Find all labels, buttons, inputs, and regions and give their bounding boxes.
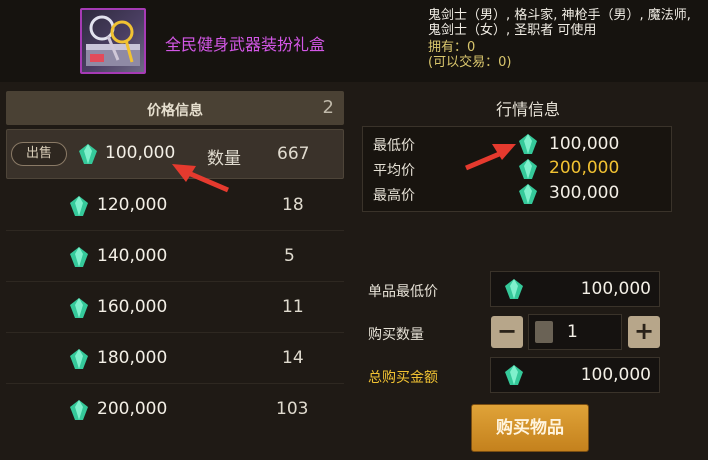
listing-price: 140,000 <box>97 246 168 266</box>
owned-info: 拥有：0 (可以交易：0) <box>428 40 511 70</box>
total-amount-label: 总购买金额 <box>368 370 438 386</box>
market-info-title: 行情信息 <box>495 100 560 119</box>
tradable-count: (可以交易：0) <box>428 55 512 70</box>
gem-icon <box>505 365 523 385</box>
listing-price: 200,000 <box>97 399 168 419</box>
max-price-label: 最高价 <box>373 188 415 204</box>
quantity-label: 数量 <box>207 149 241 169</box>
listing-row[interactable]: 140,000 5 <box>6 232 344 282</box>
total-amount-field: 100,000 <box>490 357 660 393</box>
listing-row[interactable]: 180,000 14 <box>6 334 344 384</box>
price-info-title: 价格信息 <box>147 103 203 119</box>
listing-row[interactable]: 160,000 11 <box>6 283 344 333</box>
gem-icon <box>519 184 537 204</box>
gem-icon <box>70 298 88 318</box>
unit-min-price-label: 单品最低价 <box>368 284 438 300</box>
item-name: 全民健身武器装扮礼盒 <box>165 35 326 54</box>
gem-icon <box>70 196 88 216</box>
price-info-header: 价格信息 2 <box>6 91 344 125</box>
listing-price: 160,000 <box>97 297 168 317</box>
listing-price: 180,000 <box>97 348 168 368</box>
listing-price: 120,000 <box>97 195 168 215</box>
gem-icon <box>79 144 97 164</box>
listing-row[interactable]: 出售 100,000 数量 667 <box>6 129 344 179</box>
gem-icon <box>70 349 88 369</box>
unit-min-price-field: 100,000 <box>490 271 660 307</box>
listing-qty: 11 <box>282 297 304 317</box>
buy-qty-value: 1 <box>567 322 578 342</box>
gem-icon <box>519 159 537 179</box>
listing-price: 100,000 <box>105 143 176 163</box>
decrease-qty-button[interactable]: − <box>491 316 523 348</box>
avg-price-value: 200,000 <box>549 158 620 178</box>
listing-qty: 103 <box>276 399 309 419</box>
gift-box-icon <box>80 8 146 74</box>
listing-row[interactable]: 120,000 18 <box>6 181 344 231</box>
unit-min-price-value: 100,000 <box>580 279 651 299</box>
market-info-box: 最低价 100,000 平均价 200,000 最高价 300,000 <box>362 126 672 212</box>
listing-qty: 667 <box>277 144 310 164</box>
usable-classes: 鬼剑士（男）, 格斗家, 神枪手（男）, 魔法师, 鬼剑士（女）, 圣职者 可使… <box>428 8 691 38</box>
total-amount-value: 100,000 <box>580 365 651 385</box>
gem-icon <box>519 134 537 154</box>
min-price-value: 100,000 <box>549 134 620 154</box>
avg-price-label: 平均价 <box>373 163 415 179</box>
calculator-icon[interactable] <box>535 321 553 343</box>
increase-qty-button[interactable]: + <box>628 316 660 348</box>
min-price-label: 最低价 <box>373 138 415 154</box>
buy-qty-input[interactable]: 1 <box>528 314 622 350</box>
max-price-value: 300,000 <box>549 183 620 203</box>
listing-qty: 5 <box>284 246 295 266</box>
item-header: 全民健身武器装扮礼盒 鬼剑士（男）, 格斗家, 神枪手（男）, 魔法师, 鬼剑士… <box>0 0 708 82</box>
gem-icon <box>70 400 88 420</box>
gem-icon <box>70 247 88 267</box>
buy-qty-label: 购买数量 <box>368 327 424 343</box>
listing-qty: 18 <box>282 195 304 215</box>
gem-icon <box>505 279 523 299</box>
sell-button[interactable]: 出售 <box>11 142 67 166</box>
listing-row[interactable]: 200,000 103 <box>6 385 344 435</box>
price-info-count: 2 <box>322 97 334 118</box>
listing-qty: 14 <box>282 348 304 368</box>
owned-count: 拥有：0 <box>428 40 476 55</box>
buy-item-button[interactable]: 购买物品 <box>471 404 589 452</box>
